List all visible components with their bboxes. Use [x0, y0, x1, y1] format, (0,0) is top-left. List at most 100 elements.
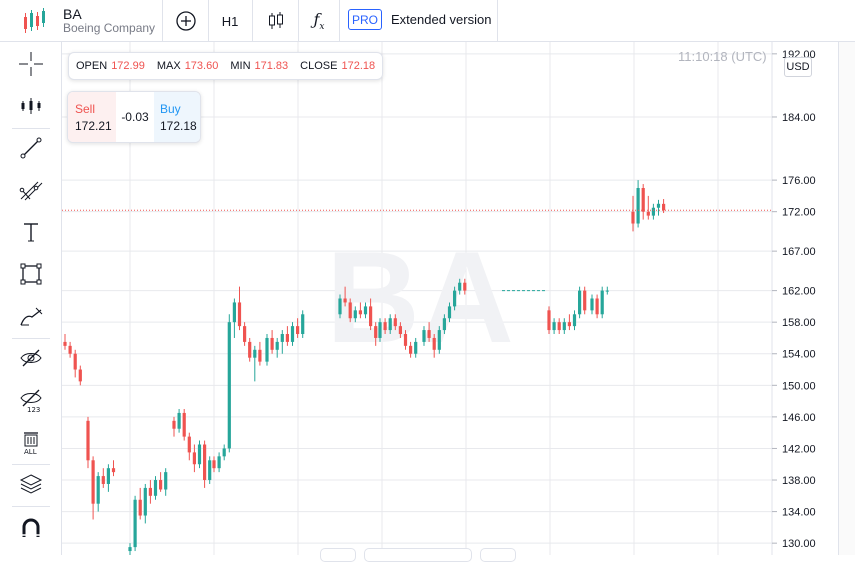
close-value: 172.18 — [341, 60, 376, 72]
chart-type-button[interactable] — [258, 0, 294, 42]
layers-tool[interactable] — [13, 466, 49, 502]
candle-body — [662, 203, 666, 211]
rectangle-tool[interactable] — [13, 256, 49, 292]
candle-body — [96, 476, 100, 504]
plus-circle-icon — [176, 11, 196, 31]
candle-body — [453, 290, 457, 307]
price-tick-label: 172.00 — [782, 207, 816, 219]
hide-indicators-tool[interactable]: 123 — [13, 382, 49, 418]
candle-body — [128, 547, 132, 552]
delete-all-tool[interactable]: ALL — [13, 424, 49, 460]
price-axis[interactable]: 192.00184.00176.00172.00167.00162.00158.… — [772, 49, 816, 550]
candle-body — [148, 487, 152, 496]
candle-body — [63, 341, 67, 346]
extended-version-link[interactable]: Extended version — [391, 12, 491, 27]
candle-body — [447, 306, 452, 319]
candle-body — [203, 444, 207, 481]
sell-button[interactable]: Sell 172.21 — [68, 92, 116, 142]
candle-body — [600, 290, 604, 315]
price-tick-label: 130.00 — [782, 538, 816, 550]
price-tick-label: 158.00 — [782, 317, 816, 329]
candle-body — [547, 310, 551, 331]
candle-body — [290, 326, 295, 342]
trendline-tool[interactable] — [13, 130, 49, 166]
crosshair-tool[interactable] — [13, 46, 49, 82]
fib-tool[interactable] — [13, 172, 49, 208]
candle-body — [343, 298, 347, 303]
candle-body — [374, 326, 378, 338]
open-label: OPEN — [76, 60, 108, 72]
pro-badge[interactable]: PRO — [348, 9, 382, 30]
candle-body — [338, 298, 342, 315]
add-symbol-button[interactable] — [168, 0, 204, 42]
candle-body — [422, 330, 426, 342]
candle-body — [159, 480, 163, 490]
sell-price: 172.21 — [75, 119, 112, 133]
trade-widget: Sell 172.21 -0.03 Buy 172.18 — [67, 91, 201, 143]
price-tick-label: 162.00 — [782, 286, 816, 298]
candle-body — [572, 314, 577, 327]
candle-body — [86, 420, 90, 461]
candle-body — [358, 310, 362, 315]
candles-tool[interactable] — [13, 88, 49, 124]
price-tick-label: 150.00 — [782, 380, 816, 392]
candle-body — [143, 487, 147, 516]
candle-body — [301, 314, 305, 335]
candle-body — [258, 349, 262, 362]
delete-all-icon: ALL — [24, 432, 38, 455]
buy-button[interactable]: Buy 172.18 — [154, 92, 200, 142]
candle-body — [275, 341, 279, 350]
zoom-out-control[interactable] — [320, 548, 356, 562]
candle-body — [641, 188, 645, 212]
candle-body — [106, 468, 110, 484]
min-label: MIN — [230, 60, 251, 72]
candle-body — [197, 444, 202, 465]
candle-body — [583, 290, 587, 311]
candle-body — [73, 353, 77, 370]
hide-drawings-tool[interactable] — [13, 340, 49, 376]
symbol-name[interactable]: BA — [63, 6, 82, 22]
toolbar-divider — [12, 128, 50, 129]
candle-body — [388, 318, 392, 331]
candle-body — [442, 318, 446, 331]
candle-body — [656, 203, 661, 208]
candle-body — [217, 456, 221, 469]
timeframe-button[interactable]: H1 — [212, 0, 248, 42]
candle-body — [248, 341, 252, 358]
navigation-control[interactable] — [364, 548, 472, 562]
candle-body — [138, 499, 142, 516]
svg-text:123: 123 — [27, 406, 40, 413]
candle-body — [212, 460, 216, 469]
currency-button[interactable]: USD — [784, 57, 812, 77]
candle-body — [552, 322, 556, 331]
brush-tool[interactable] — [13, 298, 49, 334]
toolbar-divider — [497, 0, 498, 42]
price-tick-label: 154.00 — [782, 349, 816, 361]
candle-body — [187, 436, 191, 453]
svg-text:ALL: ALL — [24, 448, 37, 455]
candle-body — [182, 412, 186, 437]
price-tick-label: 167.00 — [782, 246, 816, 258]
candle-body — [164, 472, 168, 490]
magnet-tool[interactable] — [13, 510, 49, 546]
text-tool[interactable] — [13, 214, 49, 250]
price-tick-label: 138.00 — [782, 475, 816, 487]
candle-body — [393, 318, 397, 327]
toolbar-divider — [162, 0, 163, 42]
reset-control[interactable] — [480, 548, 516, 562]
candle-body — [153, 480, 158, 496]
candle-body — [427, 330, 431, 338]
candle-body — [557, 322, 561, 331]
candle-body — [437, 330, 441, 350]
min-value: 171.83 — [254, 60, 289, 72]
indicators-button[interactable]: ƒx — [302, 0, 336, 42]
candle-body — [111, 468, 116, 473]
candle-body — [636, 188, 640, 224]
top-toolbar: BA Boeing Company H1 ƒx PRO Extended ver… — [0, 0, 855, 42]
symbol-watermark: BA — [326, 224, 514, 370]
candle-body — [651, 207, 655, 216]
candle-body — [378, 322, 382, 338]
brush-icon — [20, 307, 43, 326]
candle-body — [285, 334, 289, 342]
candle-body — [348, 302, 352, 319]
